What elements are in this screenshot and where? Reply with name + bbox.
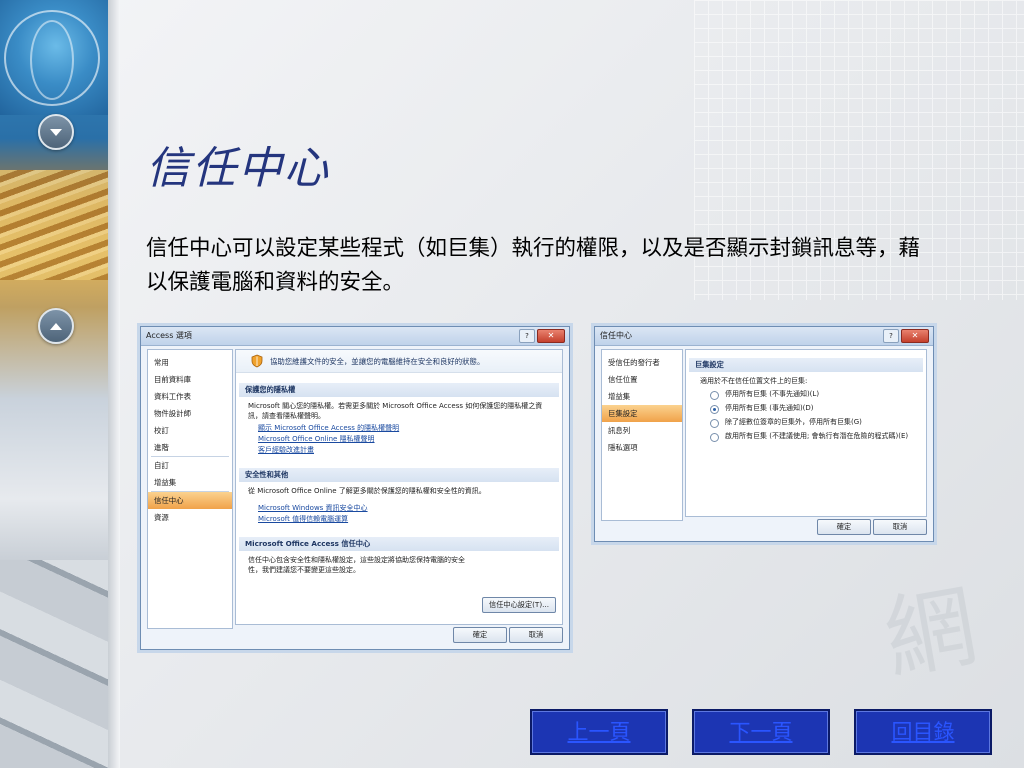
sidebar-item[interactable]: 常用 bbox=[148, 354, 232, 371]
sidebar-item[interactable]: 增益集 bbox=[602, 388, 682, 405]
sidebar-item[interactable]: 信任位置 bbox=[602, 371, 682, 388]
macro-option-label: 停用所有巨集 (事先通知)(D) bbox=[725, 404, 814, 412]
globe-graphic bbox=[0, 0, 110, 115]
sidebar-item[interactable]: 資源 bbox=[148, 509, 232, 526]
macro-options: 停用所有巨集 (不事先通知)(L) 停用所有巨集 (事先通知)(D) 除了經數位簽章… bbox=[686, 388, 926, 444]
dialog-titlebar: 信任中心 ? ✕ bbox=[595, 327, 933, 346]
table-of-contents-button[interactable]: 回目錄 bbox=[854, 709, 992, 755]
shield-icon bbox=[251, 354, 263, 368]
macro-settings-header: 巨集設定 bbox=[689, 358, 923, 372]
strip-divider bbox=[108, 0, 120, 768]
privacy-section-header: 保護您的隱私權 bbox=[239, 383, 559, 397]
sidebar-item[interactable]: 受信任的發行者 bbox=[602, 354, 682, 371]
chevron-down-icon bbox=[38, 114, 74, 150]
security-text: 從 Microsoft Office Online 了解更多關於保護您的隱私權和… bbox=[248, 487, 486, 495]
trust-center-dialog: 信任中心 ? ✕ 受信任的發行者 信任位置 增益集 巨集設定 訊息列 隱私選項 巨集設定 … bbox=[594, 326, 934, 542]
sidebar-item[interactable]: 信任中心 bbox=[148, 492, 232, 509]
macro-option-label: 啟用所有巨集 (不建議使用; 會執行有潛在危險的程式碼)(E) bbox=[725, 432, 909, 440]
trust-center-pane: 協助您維護文件的安全，並讓您的電腦維持在安全和良好的狀態。 保護您的隱私權 Mi… bbox=[235, 349, 563, 625]
sidebar-item[interactable]: 巨集設定 bbox=[602, 405, 682, 422]
sidebar-item[interactable]: 資料工作表 bbox=[148, 388, 232, 405]
macro-option[interactable]: 除了經數位簽章的巨集外，停用所有巨集(G) bbox=[686, 416, 926, 430]
macro-option-label: 停用所有巨集 (不事先通知)(L) bbox=[725, 390, 820, 398]
dialog-titlebar: Access 選項 ? ✕ bbox=[141, 327, 569, 346]
security-link-trustworthy[interactable]: Microsoft 值得信賴電腦運算 bbox=[236, 514, 562, 525]
sidebar-item[interactable]: 訊息列 bbox=[602, 422, 682, 439]
watermark-graphic: 網 bbox=[877, 573, 984, 693]
help-button[interactable]: ? bbox=[883, 329, 899, 343]
trust-center-section-header: Microsoft Office Access 信任中心 bbox=[239, 537, 559, 551]
privacy-link-ceip[interactable]: 客戶經驗改進計畫 bbox=[236, 445, 562, 456]
next-page-button[interactable]: 下一頁 bbox=[692, 709, 830, 755]
close-button[interactable]: ✕ bbox=[537, 329, 565, 343]
cancel-button[interactable]: 取消 bbox=[509, 627, 563, 643]
macro-option[interactable]: 停用所有巨集 (不事先通知)(L) bbox=[686, 388, 926, 402]
close-button[interactable]: ✕ bbox=[901, 329, 929, 343]
chevron-up-icon bbox=[38, 308, 74, 344]
macro-option[interactable]: 啟用所有巨集 (不建議使用; 會執行有潛在危險的程式碼)(E) bbox=[686, 430, 926, 444]
privacy-text: Microsoft 關心您的隱私權。若需更多關於 Microsoft Offic… bbox=[248, 402, 543, 420]
security-section-header: 安全性和其他 bbox=[239, 468, 559, 482]
privacy-link-access[interactable]: 顯示 Microsoft Office Access 的隱私權聲明 bbox=[236, 423, 562, 434]
macro-settings-intro: 適用於不在信任位置文件上的巨集: bbox=[700, 377, 808, 385]
gold-paper-graphic bbox=[0, 170, 108, 280]
trust-center-settings-button[interactable]: 信任中心設定(T)... bbox=[482, 597, 556, 613]
sidebar-item[interactable]: 自訂 bbox=[148, 457, 232, 474]
help-button[interactable]: ? bbox=[519, 329, 535, 343]
radio-button[interactable] bbox=[710, 405, 719, 414]
dialog-title: Access 選項 bbox=[146, 331, 192, 340]
macro-option[interactable]: 停用所有巨集 (事先通知)(D) bbox=[686, 402, 926, 416]
ok-button[interactable]: 確定 bbox=[817, 519, 871, 535]
trust-center-sidebar: 受信任的發行者 信任位置 增益集 巨集設定 訊息列 隱私選項 bbox=[601, 349, 683, 521]
sidebar-item[interactable]: 增益集 bbox=[148, 474, 232, 491]
sidebar-item[interactable]: 校訂 bbox=[148, 422, 232, 439]
macro-settings-pane: 巨集設定 適用於不在信任位置文件上的巨集: 停用所有巨集 (不事先通知)(L) 停… bbox=[685, 349, 927, 517]
slide-title: 信任中心 bbox=[146, 143, 330, 194]
options-sidebar: 常用 目前資料庫 資料工作表 物件設計師 校訂 進階 自訂 增益集 信任中心 資源 bbox=[147, 349, 233, 629]
radio-button[interactable] bbox=[710, 391, 719, 400]
ok-button[interactable]: 確定 bbox=[453, 627, 507, 643]
sidebar-item[interactable]: 目前資料庫 bbox=[148, 371, 232, 388]
security-link-windows[interactable]: Microsoft Windows 資訊安全中心 bbox=[236, 503, 562, 514]
access-options-dialog: Access 選項 ? ✕ 常用 目前資料庫 資料工作表 物件設計師 校訂 進階 自訂 增益集… bbox=[140, 326, 570, 650]
radio-button[interactable] bbox=[710, 433, 719, 442]
banner-text: 協助您維護文件的安全，並讓您的電腦維持在安全和良好的狀態。 bbox=[270, 356, 485, 366]
sidebar-item[interactable]: 進階 bbox=[148, 439, 232, 456]
sidebar-item[interactable]: 隱私選項 bbox=[602, 439, 682, 456]
radio-button[interactable] bbox=[710, 419, 719, 428]
dialog-title: 信任中心 bbox=[600, 331, 632, 340]
slide-description: 信任中心可以設定某些程式（如巨集）執行的權限，以及是否顯示封鎖訊息等，藉以保護電… bbox=[146, 236, 921, 295]
prev-page-button[interactable]: 上一頁 bbox=[530, 709, 668, 755]
macro-option-label: 除了經數位簽章的巨集外，停用所有巨集(G) bbox=[725, 418, 862, 426]
keyboard-graphic bbox=[0, 560, 108, 768]
trust-center-text: 信任中心包含安全性和隱私權設定，這些設定將協助您保持電腦的安全性，我們建議您不要… bbox=[248, 556, 465, 574]
sidebar-item[interactable]: 物件設計師 bbox=[148, 405, 232, 422]
privacy-link-online[interactable]: Microsoft Office Online 隱私權聲明 bbox=[236, 434, 562, 445]
cancel-button[interactable]: 取消 bbox=[873, 519, 927, 535]
banner: 協助您維護文件的安全，並讓您的電腦維持在安全和良好的狀態。 bbox=[236, 350, 562, 373]
